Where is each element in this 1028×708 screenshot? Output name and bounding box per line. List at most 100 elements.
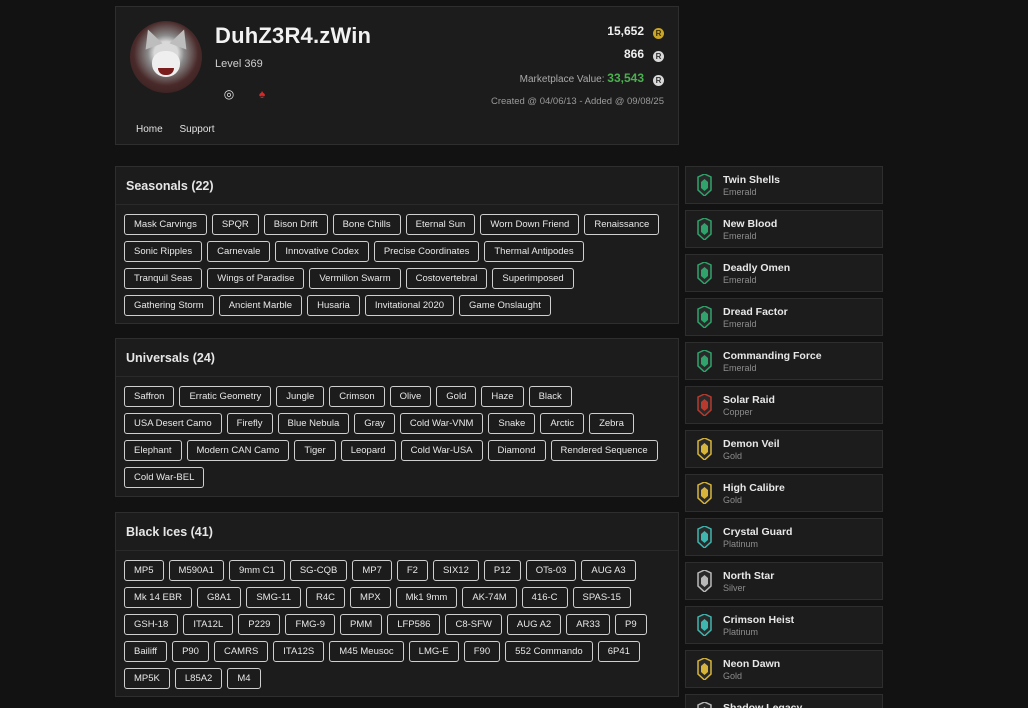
seasonal-skin-chip[interactable]: Bone Chills	[332, 214, 401, 235]
universal-skin-chip[interactable]: Gold	[436, 386, 477, 407]
universal-skin-chip[interactable]: Olive	[389, 386, 432, 407]
black-ice-chip[interactable]: M45 Meusoc	[329, 641, 404, 662]
seasonal-skin-chip[interactable]: Bison Drift	[263, 214, 328, 235]
universal-skin-chip[interactable]: Leopard	[340, 440, 396, 461]
black-ice-chip[interactable]: SMG-11	[246, 587, 302, 608]
seasonal-skin-chip[interactable]: Renaissance	[584, 214, 660, 235]
nav-support-link[interactable]: Support	[179, 124, 214, 135]
black-ice-chip[interactable]: MP5	[124, 560, 164, 581]
charm-card[interactable]: New Blood Emerald	[685, 210, 883, 248]
seasonal-skin-chip[interactable]: Mask Carvings	[124, 214, 207, 235]
universal-skin-chip[interactable]: Cold War-VNM	[399, 413, 484, 434]
charm-card[interactable]: Solar Raid Copper	[685, 386, 883, 424]
charm-card[interactable]: North Star Silver	[685, 562, 883, 600]
seasonal-skin-chip[interactable]: Innovative Codex	[275, 241, 369, 262]
universal-skin-chip[interactable]: Arctic	[540, 413, 585, 434]
seasonal-skin-chip[interactable]: Costovertebral	[405, 268, 488, 289]
universal-skin-chip[interactable]: Saffron	[124, 386, 175, 407]
seasonal-skin-chip[interactable]: SPQR	[211, 214, 259, 235]
black-ice-chip[interactable]: M590A1	[168, 560, 224, 581]
charm-card[interactable]: Dread Factor Emerald	[685, 298, 883, 336]
black-ice-chip[interactable]: AUG A2	[506, 614, 562, 635]
charm-card[interactable]: Crystal Guard Platinum	[685, 518, 883, 556]
seasonal-skin-chip[interactable]: Tranquil Seas	[124, 268, 203, 289]
black-ice-chip[interactable]: 6P41	[597, 641, 640, 662]
black-ice-chip[interactable]: LMG-E	[408, 641, 459, 662]
universal-skin-chip[interactable]: Cold War-USA	[400, 440, 483, 461]
seasonal-skin-chip[interactable]: Husaria	[307, 295, 360, 316]
black-ice-chip[interactable]: 552 Commando	[505, 641, 593, 662]
seasonal-skin-chip[interactable]: Thermal Antipodes	[484, 241, 584, 262]
black-ice-chip[interactable]: MP7	[352, 560, 392, 581]
black-ice-chip[interactable]: G8A1	[197, 587, 242, 608]
black-ice-chip[interactable]: P229	[238, 614, 281, 635]
black-ice-chip[interactable]: MPX	[350, 587, 391, 608]
seasonal-skin-chip[interactable]: Eternal Sun	[405, 214, 476, 235]
black-ice-chip[interactable]: PMM	[340, 614, 383, 635]
universal-skin-chip[interactable]: Black	[528, 386, 572, 407]
black-ice-chip[interactable]: CAMRS	[213, 641, 269, 662]
seasonal-skin-chip[interactable]: Gathering Storm	[124, 295, 214, 316]
black-ice-chip[interactable]: L85A2	[174, 668, 223, 689]
charm-card[interactable]: Neon Dawn Gold	[685, 650, 883, 688]
black-ice-chip[interactable]: P9	[614, 614, 647, 635]
seasonal-skin-chip[interactable]: Ancient Marble	[218, 295, 303, 316]
charm-card[interactable]: Deadly Omen Emerald	[685, 254, 883, 292]
seasonal-skin-chip[interactable]: Vermilion Swarm	[309, 268, 401, 289]
black-ice-chip[interactable]: SG-CQB	[289, 560, 348, 581]
black-ice-chip[interactable]: AUG A3	[581, 560, 636, 581]
universal-skin-chip[interactable]: Tiger	[294, 440, 336, 461]
black-ice-chip[interactable]: SIX12	[432, 560, 479, 581]
black-ice-chip[interactable]: Mk 14 EBR	[124, 587, 193, 608]
universal-skin-chip[interactable]: Jungle	[276, 386, 325, 407]
seasonal-skin-chip[interactable]: Invitational 2020	[364, 295, 455, 316]
black-ice-chip[interactable]: Bailiff	[124, 641, 168, 662]
seasonal-skin-chip[interactable]: Wings of Paradise	[207, 268, 305, 289]
charm-card[interactable]: Demon Veil Gold	[685, 430, 883, 468]
charm-card[interactable]: Shadow Legacy	[685, 694, 883, 708]
black-ice-chip[interactable]: 9mm C1	[228, 560, 285, 581]
charm-card[interactable]: Twin Shells Emerald	[685, 166, 883, 204]
universal-skin-chip[interactable]: Rendered Sequence	[550, 440, 658, 461]
ubisoft-icon[interactable]: ◎	[222, 87, 236, 101]
black-ice-chip[interactable]: F2	[396, 560, 428, 581]
universal-skin-chip[interactable]: Gray	[354, 413, 395, 434]
universal-skin-chip[interactable]: USA Desert Camo	[124, 413, 222, 434]
universal-skin-chip[interactable]: Erratic Geometry	[179, 386, 272, 407]
seasonal-skin-chip[interactable]: Worn Down Friend	[480, 214, 580, 235]
black-ice-chip[interactable]: ITA12L	[183, 614, 234, 635]
universal-skin-chip[interactable]: Cold War-BEL	[124, 467, 205, 488]
seasonal-skin-chip[interactable]: Precise Coordinates	[373, 241, 480, 262]
seasonal-skin-chip[interactable]: Game Onslaught	[459, 295, 551, 316]
seasonal-skin-chip[interactable]: Sonic Ripples	[124, 241, 203, 262]
charm-card[interactable]: Crimson Heist Platinum	[685, 606, 883, 644]
charm-card[interactable]: Commanding Force Emerald	[685, 342, 883, 380]
black-ice-chip[interactable]: SPAS-15	[572, 587, 631, 608]
black-ice-chip[interactable]: AR33	[566, 614, 610, 635]
black-ice-chip[interactable]: LFP586	[387, 614, 441, 635]
black-ice-chip[interactable]: R4C	[306, 587, 346, 608]
black-ice-chip[interactable]: MP5K	[124, 668, 170, 689]
black-ice-chip[interactable]: ITA12S	[273, 641, 325, 662]
universal-skin-chip[interactable]: Blue Nebula	[277, 413, 350, 434]
playstation-icon[interactable]: ♠	[255, 87, 269, 101]
nav-home-link[interactable]: Home	[136, 124, 163, 135]
black-ice-chip[interactable]: F90	[463, 641, 501, 662]
universal-skin-chip[interactable]: Haze	[481, 386, 524, 407]
universal-skin-chip[interactable]: Elephant	[124, 440, 182, 461]
seasonal-skin-chip[interactable]: Superimposed	[492, 268, 574, 289]
universal-skin-chip[interactable]: Modern CAN Camo	[186, 440, 290, 461]
black-ice-chip[interactable]: C8-SFW	[445, 614, 502, 635]
black-ice-chip[interactable]: P90	[172, 641, 209, 662]
charm-card[interactable]: High Calibre Gold	[685, 474, 883, 512]
universal-skin-chip[interactable]: Crimson	[329, 386, 385, 407]
universal-skin-chip[interactable]: Snake	[488, 413, 536, 434]
black-ice-chip[interactable]: AK-74M	[462, 587, 517, 608]
black-ice-chip[interactable]: P12	[483, 560, 521, 581]
universal-skin-chip[interactable]: Diamond	[487, 440, 546, 461]
seasonal-skin-chip[interactable]: Carnevale	[207, 241, 271, 262]
universal-skin-chip[interactable]: Firefly	[226, 413, 273, 434]
black-ice-chip[interactable]: FMG-9	[285, 614, 336, 635]
black-ice-chip[interactable]: OTs-03	[525, 560, 577, 581]
black-ice-chip[interactable]: M4	[227, 668, 261, 689]
